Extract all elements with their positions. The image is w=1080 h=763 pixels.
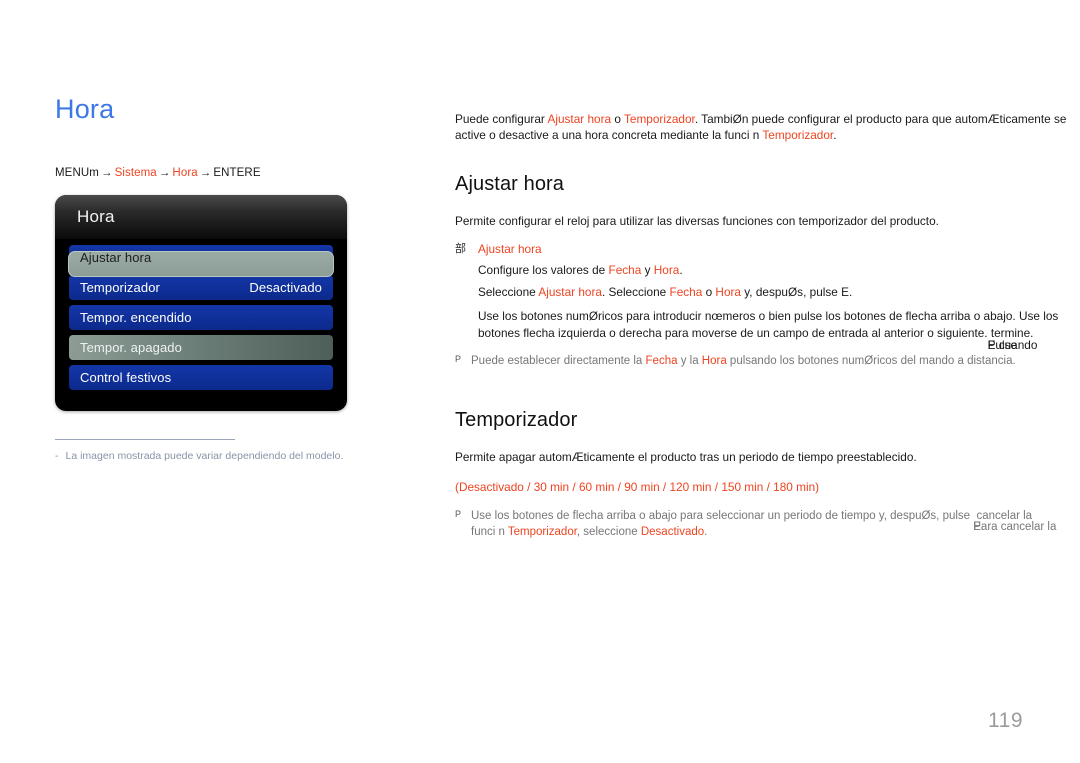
note-text-c: pulsando los botones numØricos del mando…	[726, 355, 1016, 368]
option-120-min[interactable]: 120 min	[670, 480, 712, 494]
osd-item-ajustar-hora[interactable]: Ajustar hora	[68, 244, 334, 277]
osd-menu-panel: Hora Ajustar hora Temporizador Desactiva…	[55, 194, 347, 411]
line2-text-a: Seleccione	[478, 284, 539, 299]
temp-note-line2-c: .	[704, 526, 708, 539]
intro-text-b: o	[611, 111, 624, 126]
note-text-b: y la	[677, 355, 702, 368]
section-heading-temporizador: Temporizador	[455, 408, 578, 431]
temp-note-link-desactivado[interactable]: Desactivado	[641, 526, 704, 538]
option-desactivado[interactable]: Desactivado	[459, 480, 524, 494]
line2-link-fecha[interactable]: Fecha	[670, 285, 703, 299]
intro-link-temporizador-1[interactable]: Temporizador	[624, 112, 695, 126]
ajustar-intro-paragraph: Permite configurar el reloj para utiliza…	[455, 213, 939, 228]
osd-item-value: Desactivado	[249, 279, 322, 295]
footnote: - La imagen mostrada puede variar depend…	[55, 449, 347, 464]
osd-item-label: Tempor. encendido	[80, 309, 192, 325]
osd-header-title: Hora	[77, 206, 115, 226]
line2-text-b: . Seleccione	[601, 284, 670, 299]
osd-item-tempor-apagado[interactable]: Tempor. apagado	[69, 334, 333, 360]
bullet-body: Ajustar hora Configure los valores de Fe…	[478, 241, 1080, 352]
ajustar-line-2: Seleccione Ajustar hora. Seleccione Fech…	[478, 284, 1080, 301]
note-marker-icon: P	[455, 508, 462, 519]
osd-header: Hora	[55, 194, 347, 239]
right-column: Puede configurar Ajustar hora o Temporiz…	[455, 99, 1080, 541]
section-heading-ajustar-hora: Ajustar hora	[455, 172, 565, 195]
page-title: Hora	[55, 94, 115, 124]
line1-link-fecha[interactable]: Fecha	[609, 263, 642, 277]
intro-link-temporizador-2[interactable]: Temporizador	[762, 128, 833, 142]
note-link-fecha[interactable]: Fecha	[646, 355, 678, 367]
footnote-text: La imagen mostrada puede variar dependie…	[65, 449, 344, 462]
osd-item-control-festivos[interactable]: Control festivos	[69, 364, 333, 390]
intro-link-ajustar-hora[interactable]: Ajustar hora	[547, 112, 611, 126]
osd-item-label: Tempor. apagado	[80, 339, 182, 355]
temp-note-line2-b: , seleccione	[576, 526, 641, 539]
line1-text-b: y	[641, 263, 654, 278]
left-column: Hora MENUm → Sistema → Hora → ENTERE Hora Ajus…	[55, 94, 415, 464]
osd-item-temporizador[interactable]: Temporizador Desactivado	[69, 274, 333, 300]
line2-text-d: y, despuØs, pulse E.	[741, 284, 853, 299]
temp-note-line2-a: funci n	[471, 526, 508, 539]
breadcrumb-arrow-3: →	[199, 166, 212, 179]
options-close-paren: )	[815, 480, 820, 495]
osd-item-tempor-encendido[interactable]: Tempor. encendido	[69, 304, 333, 330]
temp-overlap-b: Para cancelar la	[973, 520, 1057, 533]
breadcrumb-end: ENTERE	[213, 166, 261, 179]
footnote-dash: -	[55, 449, 59, 462]
breadcrumb-arrow-2: →	[158, 166, 171, 179]
page-number: 119	[988, 709, 1023, 732]
options-sep-4: /	[659, 480, 670, 495]
footnote-divider	[55, 438, 235, 440]
breadcrumb: MENUm → Sistema → Hora → ENTERE	[55, 167, 415, 179]
temp-note-link-temporizador[interactable]: Temporizador	[508, 526, 577, 538]
breadcrumb-start: MENUm	[55, 166, 99, 179]
note-link-hora[interactable]: Hora	[702, 355, 727, 367]
osd-item-label: Temporizador	[80, 279, 160, 295]
options-sep-3: /	[614, 480, 625, 495]
options-sep-6: /	[763, 480, 774, 495]
ajustar-note-text: Puede establecer directamente la Fecha y…	[471, 353, 1080, 370]
temporizador-intro-paragraph: Permite apagar automÆticamente el produc…	[455, 449, 917, 464]
option-30-min[interactable]: 30 min	[534, 480, 569, 494]
options-sep-2: /	[569, 480, 579, 495]
osd-item-label: Control festivos	[80, 369, 172, 385]
breadcrumb-item-hora[interactable]: Hora	[172, 167, 197, 179]
line1-text-c: .	[679, 263, 683, 278]
line2-link-ajustar-hora[interactable]: Ajustar hora	[538, 285, 602, 299]
ajustar-note-row: P Puede establecer directamente la Fecha…	[455, 353, 1080, 370]
line1-link-hora[interactable]: Hora	[654, 263, 680, 277]
osd-menu-list: Ajustar hora Temporizador Desactivado Te…	[55, 239, 347, 390]
note-text-a: Puede establecer directamente la	[471, 355, 646, 368]
note-marker-icon: P	[455, 354, 462, 365]
intro-text-d: .	[833, 128, 837, 143]
breadcrumb-item-sistema[interactable]: Sistema	[115, 167, 157, 179]
temporizador-note-text: Use los botones de flecha arriba o abajo…	[471, 508, 1080, 541]
option-180-min[interactable]: 180 min	[773, 480, 815, 494]
intro-text-a: Puede configurar	[455, 111, 548, 126]
line1-text-a: Configure los valores de	[478, 263, 609, 278]
options-sep-1: /	[523, 480, 534, 495]
option-60-min[interactable]: 60 min	[579, 480, 614, 494]
line2-link-hora[interactable]: Hora	[715, 285, 741, 299]
line2-text-c: o	[702, 284, 716, 299]
footnote-block: - La imagen mostrada puede variar depend…	[55, 438, 347, 464]
temporizador-options-line: (Desactivado / 30 min / 60 min / 90 min …	[455, 479, 1080, 496]
ajustar-line-1: Configure los valores de Fecha y Hora.	[478, 262, 1080, 279]
ajustar-bullet-block: 部 Ajustar hora Configure los valores de …	[455, 241, 1080, 352]
option-90-min[interactable]: 90 min	[624, 480, 659, 494]
options-sep-5: /	[711, 480, 722, 495]
option-150-min[interactable]: 150 min	[721, 480, 763, 494]
temporizador-note-row: P Use los botones de flecha arriba o aba…	[455, 508, 1080, 541]
bullet-marker-icon: 部	[455, 243, 466, 256]
line3-text: Use los botones numØricos para introduci…	[478, 309, 1059, 340]
temp-note-text-a: Use los botones de flecha arriba o abajo…	[471, 509, 974, 522]
overlap-text-b: E cuando	[987, 337, 1038, 352]
osd-item-label: Ajustar hora	[80, 249, 152, 265]
breadcrumb-arrow-1: →	[100, 166, 113, 179]
ajustar-line-3: Use los botones numØricos para introduci…	[478, 308, 1080, 352]
intro-paragraph: Puede configurar Ajustar hora o Temporiz…	[455, 111, 1080, 144]
bullet-title-ajustar-hora: Ajustar hora	[478, 242, 542, 257]
